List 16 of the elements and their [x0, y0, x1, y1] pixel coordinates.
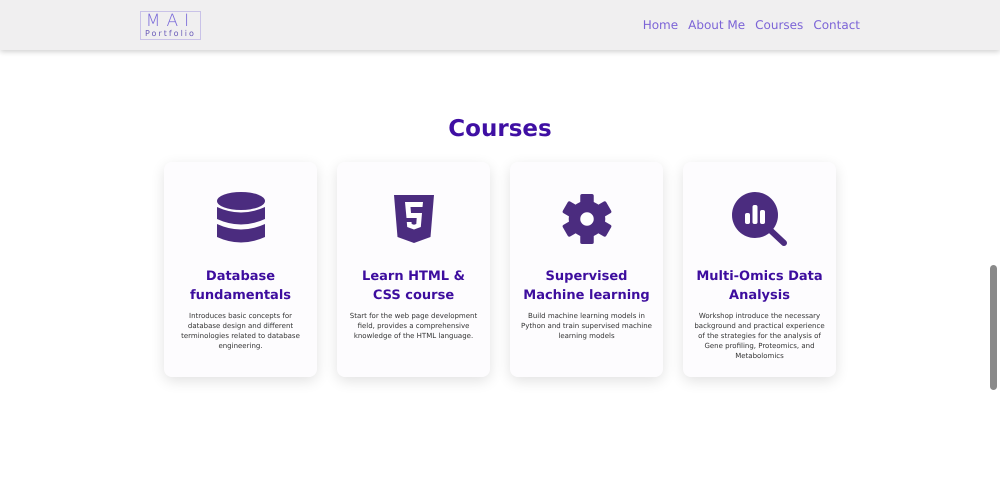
course-title: Learn HTML & CSS course: [361, 268, 466, 305]
nav-link[interactable]: Home: [642, 18, 678, 32]
course-title: Supervised Machine learning: [522, 268, 651, 305]
scrollbar-thumb[interactable]: [990, 265, 997, 390]
html5-shield-icon: [394, 195, 434, 243]
section-title: Courses: [448, 116, 552, 142]
logo-subtitle: Portfolio: [145, 30, 196, 38]
chart-magnifier-icon: [732, 192, 788, 246]
nav-link[interactable]: Courses: [755, 18, 804, 32]
nav-link[interactable]: About Me: [688, 18, 746, 32]
course-title: Multi-Omics Data Analysis: [695, 268, 824, 305]
course-title: Database fundamentals: [188, 268, 292, 305]
logo[interactable]: MAI Portfolio: [140, 10, 201, 40]
gear-icon: [560, 192, 612, 246]
nav-link[interactable]: Contact: [813, 18, 860, 32]
logo-mark: MAI: [146, 12, 196, 30]
